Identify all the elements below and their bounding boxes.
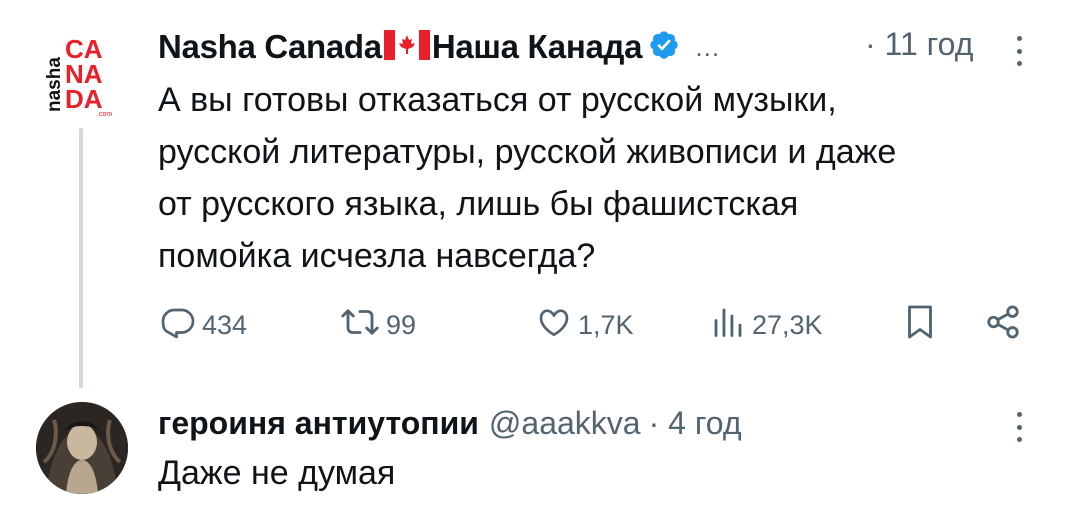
post-action-bar: 434 99 1,7K 27,3K [158,300,1038,350]
logo-nasha-text: nasha [44,57,65,112]
logo-da-text: DA [65,84,103,114]
repost-button[interactable]: 99 [340,300,416,350]
reply-text: Даже не думая [158,454,396,492]
views-count: 27,3K [752,309,823,340]
nasha-canada-avatar[interactable]: nasha CA NA DA .com [40,28,120,118]
reply-more-icon[interactable] [1016,412,1022,442]
reply-avatar[interactable] [36,402,128,494]
post-header: Nasha Canada Наша Канада … [158,24,721,70]
post-text-line: помойка исчезла навсегда? [158,237,596,275]
share-icon [984,303,1028,348]
post-text-line: А вы готовы отказаться от русской музыки… [158,81,837,119]
post-text-line: от русского языка, лишь бы фашистская [158,185,799,223]
reply-timestamp[interactable]: · 4 год [649,405,742,442]
reply-icon [160,304,202,347]
post-more-icon[interactable] [1016,36,1022,66]
reply-display-name[interactable]: героиня антиутопии [158,405,479,442]
verified-badge-icon [648,29,680,66]
like-count: 1,7K [578,309,634,340]
reply-handle[interactable]: @aaakkva [489,405,641,442]
views-icon [710,304,752,347]
post-text-line: русской литературы, русской живописи и д… [158,133,897,171]
post-timestamp[interactable]: · 11 год [865,26,973,63]
reply-count: 434 [202,309,248,340]
bookmark-button[interactable] [902,300,944,350]
reply-button[interactable]: 434 [160,300,247,350]
repost-count: 99 [386,309,417,340]
bookmark-icon [902,302,944,349]
post-display-name-ru[interactable]: Наша Канада [432,28,643,66]
post-display-name[interactable]: Nasha Canada [158,28,382,66]
post-text: А вы готовы отказаться от русской музыки… [158,74,1058,282]
share-button[interactable] [984,300,1028,350]
repost-icon [340,304,386,347]
thread-connector-line [79,128,83,388]
canada-flag-icon [383,29,430,65]
like-button[interactable]: 1,7K [536,300,634,350]
name-truncation-ellipsis: … [694,31,722,62]
views-button[interactable]: 27,3K [710,300,823,350]
reply-header: героиня антиутопии @aaakkva · 4 год [158,398,742,448]
logo-com-text: .com [97,111,112,118]
heart-icon [536,304,578,347]
